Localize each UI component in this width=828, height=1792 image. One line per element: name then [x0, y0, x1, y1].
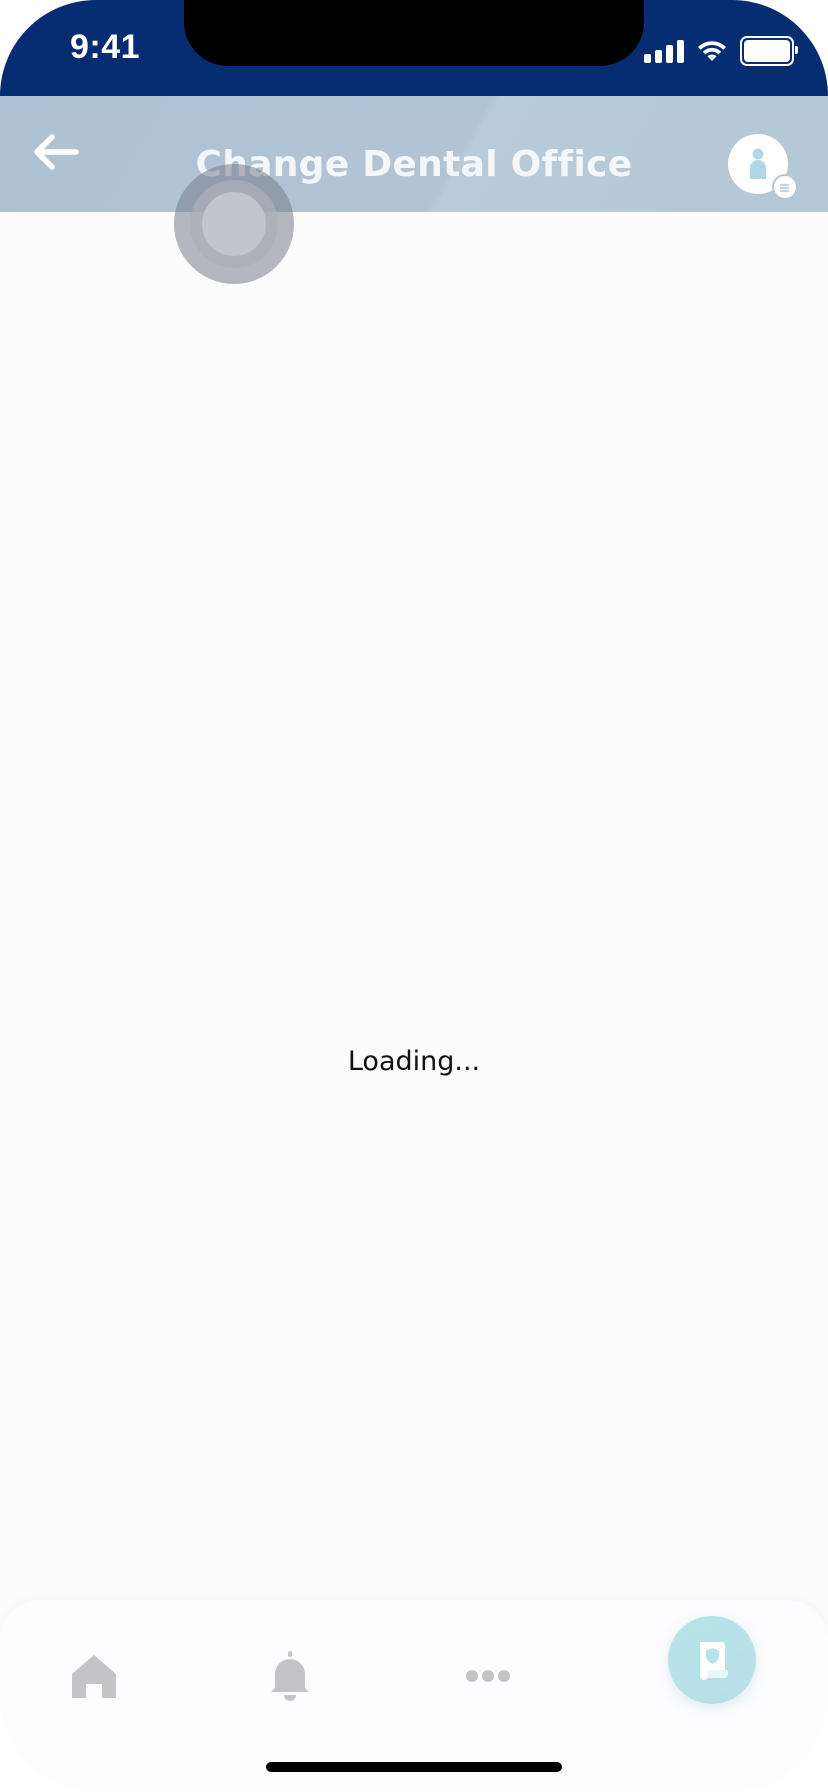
menu-lines-icon [780, 184, 789, 192]
tab-home[interactable] [54, 1636, 134, 1716]
tab-more[interactable] [448, 1636, 528, 1716]
battery-icon [740, 36, 798, 66]
wifi-icon [698, 41, 726, 61]
insurance-card-icon [700, 1642, 728, 1680]
phone-screen: 9:41 Change Dental Office Loading... [0, 0, 828, 1792]
profile-button[interactable] [728, 134, 798, 200]
cellular-signal-icon [644, 39, 684, 63]
tab-notifications[interactable] [250, 1636, 330, 1716]
status-icons [644, 36, 798, 66]
page-title: Change Dental Office [195, 144, 633, 185]
tab-insurance[interactable] [668, 1616, 756, 1704]
status-bar: 9:41 [0, 0, 828, 96]
notch [184, 0, 644, 66]
menu-badge [772, 174, 798, 200]
more-dots-icon [466, 1670, 510, 1682]
loading-text: Loading... [347, 1046, 481, 1077]
bell-icon [271, 1651, 309, 1701]
home-indicator [266, 1762, 562, 1772]
home-icon [72, 1655, 116, 1698]
status-time: 9:41 [70, 28, 141, 66]
touch-indicator [174, 164, 294, 284]
app-header: Change Dental Office [0, 96, 828, 284]
